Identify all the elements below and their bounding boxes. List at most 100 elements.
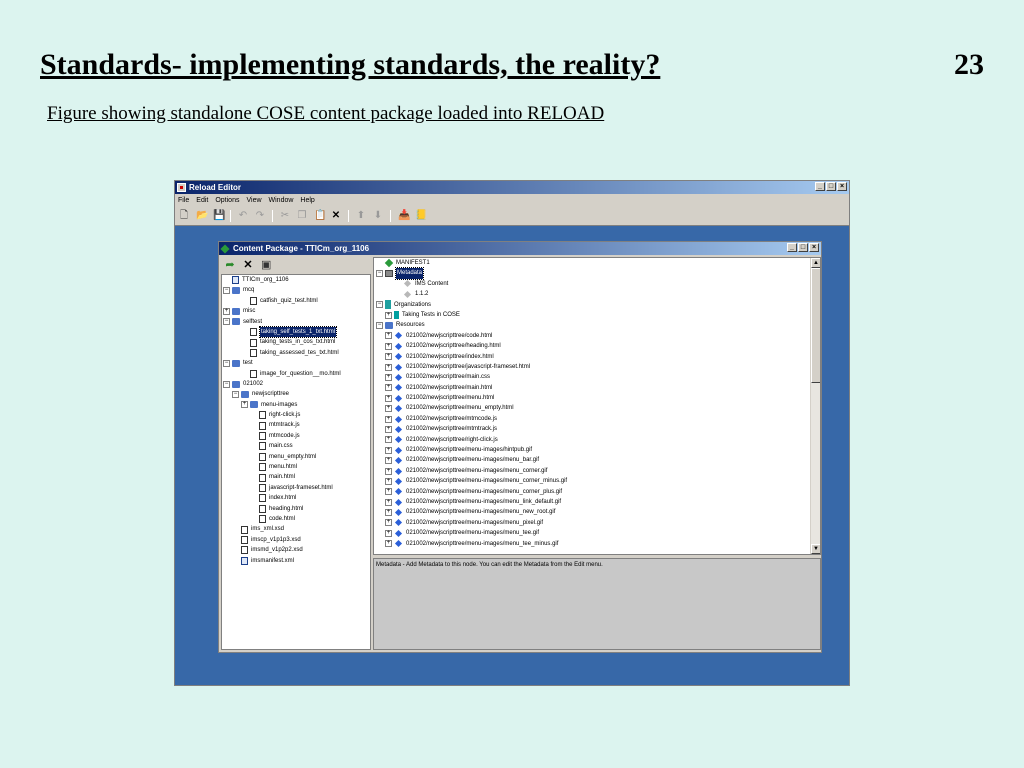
expand-icon[interactable]: +	[241, 401, 248, 409]
scroll-down-icon[interactable]: ▼	[811, 544, 820, 554]
tree-node[interactable]: right-click.js	[222, 410, 370, 420]
maximize-button[interactable]: □	[826, 182, 836, 191]
menu-help[interactable]: Help	[300, 197, 314, 204]
expand-icon[interactable]: +	[385, 457, 392, 465]
tree-node[interactable]: +021002/newjscripttree/menu-images/menu_…	[374, 466, 820, 476]
editor-titlebar[interactable]: Reload Editor _ □ ×	[175, 181, 849, 194]
new-icon[interactable]: 🗋	[179, 210, 189, 221]
tree-node[interactable]: 1.1.2	[374, 289, 820, 299]
tree-node[interactable]: +021002/newjscripttree/menu-images/menu_…	[374, 476, 820, 486]
tree-node[interactable]: − selftest	[222, 317, 370, 327]
tree-node[interactable]: +021002/newjscripttree/menu_empty.html	[374, 403, 820, 413]
collapse-icon[interactable]: −	[223, 359, 230, 367]
tree-node[interactable]: − Resources	[374, 320, 820, 330]
tree-node[interactable]: menu_empty.html	[222, 452, 370, 462]
tree-node[interactable]: − Metadata	[374, 267, 820, 280]
undo-icon[interactable]: ↶	[238, 210, 248, 221]
open-icon[interactable]: 📂	[196, 210, 208, 221]
tree-node[interactable]: MANIFEST1	[374, 258, 820, 268]
tree-node[interactable]: +021002/newjscripttree/menu.html	[374, 393, 820, 403]
menu-options[interactable]: Options	[215, 197, 239, 204]
tree-node[interactable]: menu.html	[222, 462, 370, 472]
tree-node[interactable]: +021002/newjscripttree/main.css	[374, 372, 820, 382]
expand-icon[interactable]: +	[385, 342, 392, 350]
vertical-scrollbar[interactable]: ▲ ▼	[810, 258, 820, 554]
tree-node[interactable]: TTICm_org_1106	[222, 275, 370, 285]
expand-icon[interactable]: +	[385, 498, 392, 506]
tree-node[interactable]: imscp_v1p1p3.xsd	[222, 535, 370, 545]
menu-file[interactable]: File	[178, 197, 189, 204]
content-package-titlebar[interactable]: Content Package - TTICm_org_1106 _ □ ×	[219, 242, 821, 255]
tree-node[interactable]: +021002/newjscripttree/menu-images/menu_…	[374, 497, 820, 507]
expand-icon[interactable]: +	[385, 332, 392, 340]
tree-node[interactable]: catfish_quiz_test.html	[222, 296, 370, 306]
tree-node[interactable]: − mcq	[222, 285, 370, 295]
tree-node[interactable]: +021002/newjscripttree/main.html	[374, 383, 820, 393]
tree-node[interactable]: IMS Content	[374, 279, 820, 289]
collapse-icon[interactable]: −	[376, 301, 383, 309]
close-button[interactable]: ×	[837, 182, 847, 191]
expand-icon[interactable]: +	[385, 467, 392, 475]
expand-icon[interactable]: +	[385, 488, 392, 496]
collapse-icon[interactable]: −	[376, 270, 383, 278]
tree-node[interactable]: +021002/newjscripttree/menu-images/menu_…	[374, 539, 820, 549]
collapse-icon[interactable]: −	[223, 380, 230, 388]
minimize-button[interactable]: _	[815, 182, 825, 191]
import-icon[interactable]: 📥	[398, 210, 410, 221]
tree-node[interactable]: − newjscripttree	[222, 389, 370, 399]
open-folder-icon[interactable]: ➦	[225, 260, 235, 271]
redo-icon[interactable]: ↷	[255, 210, 265, 221]
tree-node[interactable]: + misc	[222, 306, 370, 316]
expand-icon[interactable]: +	[385, 384, 392, 392]
tree-node[interactable]: − 021002	[222, 379, 370, 389]
close-button[interactable]: ×	[809, 243, 819, 252]
paste-icon[interactable]: 📋	[314, 210, 326, 221]
tree-node[interactable]: +021002/newjscripttree/mtmcode.js	[374, 414, 820, 424]
tree-node[interactable]: +021002/newjscripttree/right-click.js	[374, 435, 820, 445]
tree-node[interactable]: code.html	[222, 514, 370, 524]
scroll-up-icon[interactable]: ▲	[811, 258, 820, 268]
copy-icon[interactable]: ❐	[297, 210, 307, 221]
move-up-icon[interactable]: ⬆	[356, 210, 366, 221]
menu-edit[interactable]: Edit	[196, 197, 208, 204]
tree-node[interactable]: + menu-images	[222, 400, 370, 410]
tree-node[interactable]: +021002/newjscripttree/mtmtrack.js	[374, 424, 820, 434]
collapse-icon[interactable]: −	[232, 390, 239, 398]
tree-node[interactable]: +021002/newjscripttree/menu-images/menu_…	[374, 487, 820, 497]
tree-node[interactable]: javascript-frameset.html	[222, 483, 370, 493]
tree-node[interactable]: heading.html	[222, 504, 370, 514]
expand-icon[interactable]: +	[385, 373, 392, 381]
collapse-icon[interactable]: −	[223, 287, 230, 295]
collapse-icon[interactable]: −	[376, 322, 383, 330]
tree-node[interactable]: mtmcode.js	[222, 431, 370, 441]
collapse-icon[interactable]: −	[223, 318, 230, 326]
tree-node[interactable]: main.css	[222, 441, 370, 451]
tree-node[interactable]: +021002/newjscripttree/code.html	[374, 331, 820, 341]
tree-node[interactable]: taking_tests_in_cos_txt.html	[222, 337, 370, 347]
expand-icon[interactable]: +	[385, 394, 392, 402]
expand-icon[interactable]: +	[385, 311, 392, 319]
tree-node[interactable]: +021002/newjscripttree/menu-images/menu_…	[374, 455, 820, 465]
maximize-button[interactable]: □	[798, 243, 808, 252]
tree-node[interactable]: imsmd_v1p2p2.xsd	[222, 545, 370, 555]
expand-icon[interactable]: +	[385, 363, 392, 371]
tree-node[interactable]: +021002/newjscripttree/menu-images/menu_…	[374, 507, 820, 517]
tree-node[interactable]: main.html	[222, 472, 370, 482]
tree-node[interactable]: image_for_question__mo.html	[222, 369, 370, 379]
delete-icon[interactable]: ✕	[331, 210, 341, 221]
expand-icon[interactable]: +	[385, 415, 392, 423]
tree-node[interactable]: +021002/newjscripttree/menu-images/hintp…	[374, 445, 820, 455]
cut-icon[interactable]: ✂	[280, 210, 290, 221]
menu-window[interactable]: Window	[269, 197, 294, 204]
tree-node[interactable]: +021002/newjscripttree/heading.html	[374, 341, 820, 351]
tree-node[interactable]: + Taking Tests in COSE	[374, 310, 820, 320]
move-down-icon[interactable]: ⬇	[373, 210, 383, 221]
expand-icon[interactable]: +	[385, 405, 392, 413]
expand-icon[interactable]: +	[223, 307, 230, 315]
tree-node[interactable]: − test	[222, 358, 370, 368]
notes-icon[interactable]: 📒	[415, 210, 427, 221]
expand-icon[interactable]: +	[385, 529, 392, 537]
expand-icon[interactable]: +	[385, 519, 392, 527]
expand-icon[interactable]: +	[385, 425, 392, 433]
tree-node[interactable]: taking_self_tests_1_txt.html	[222, 325, 370, 339]
